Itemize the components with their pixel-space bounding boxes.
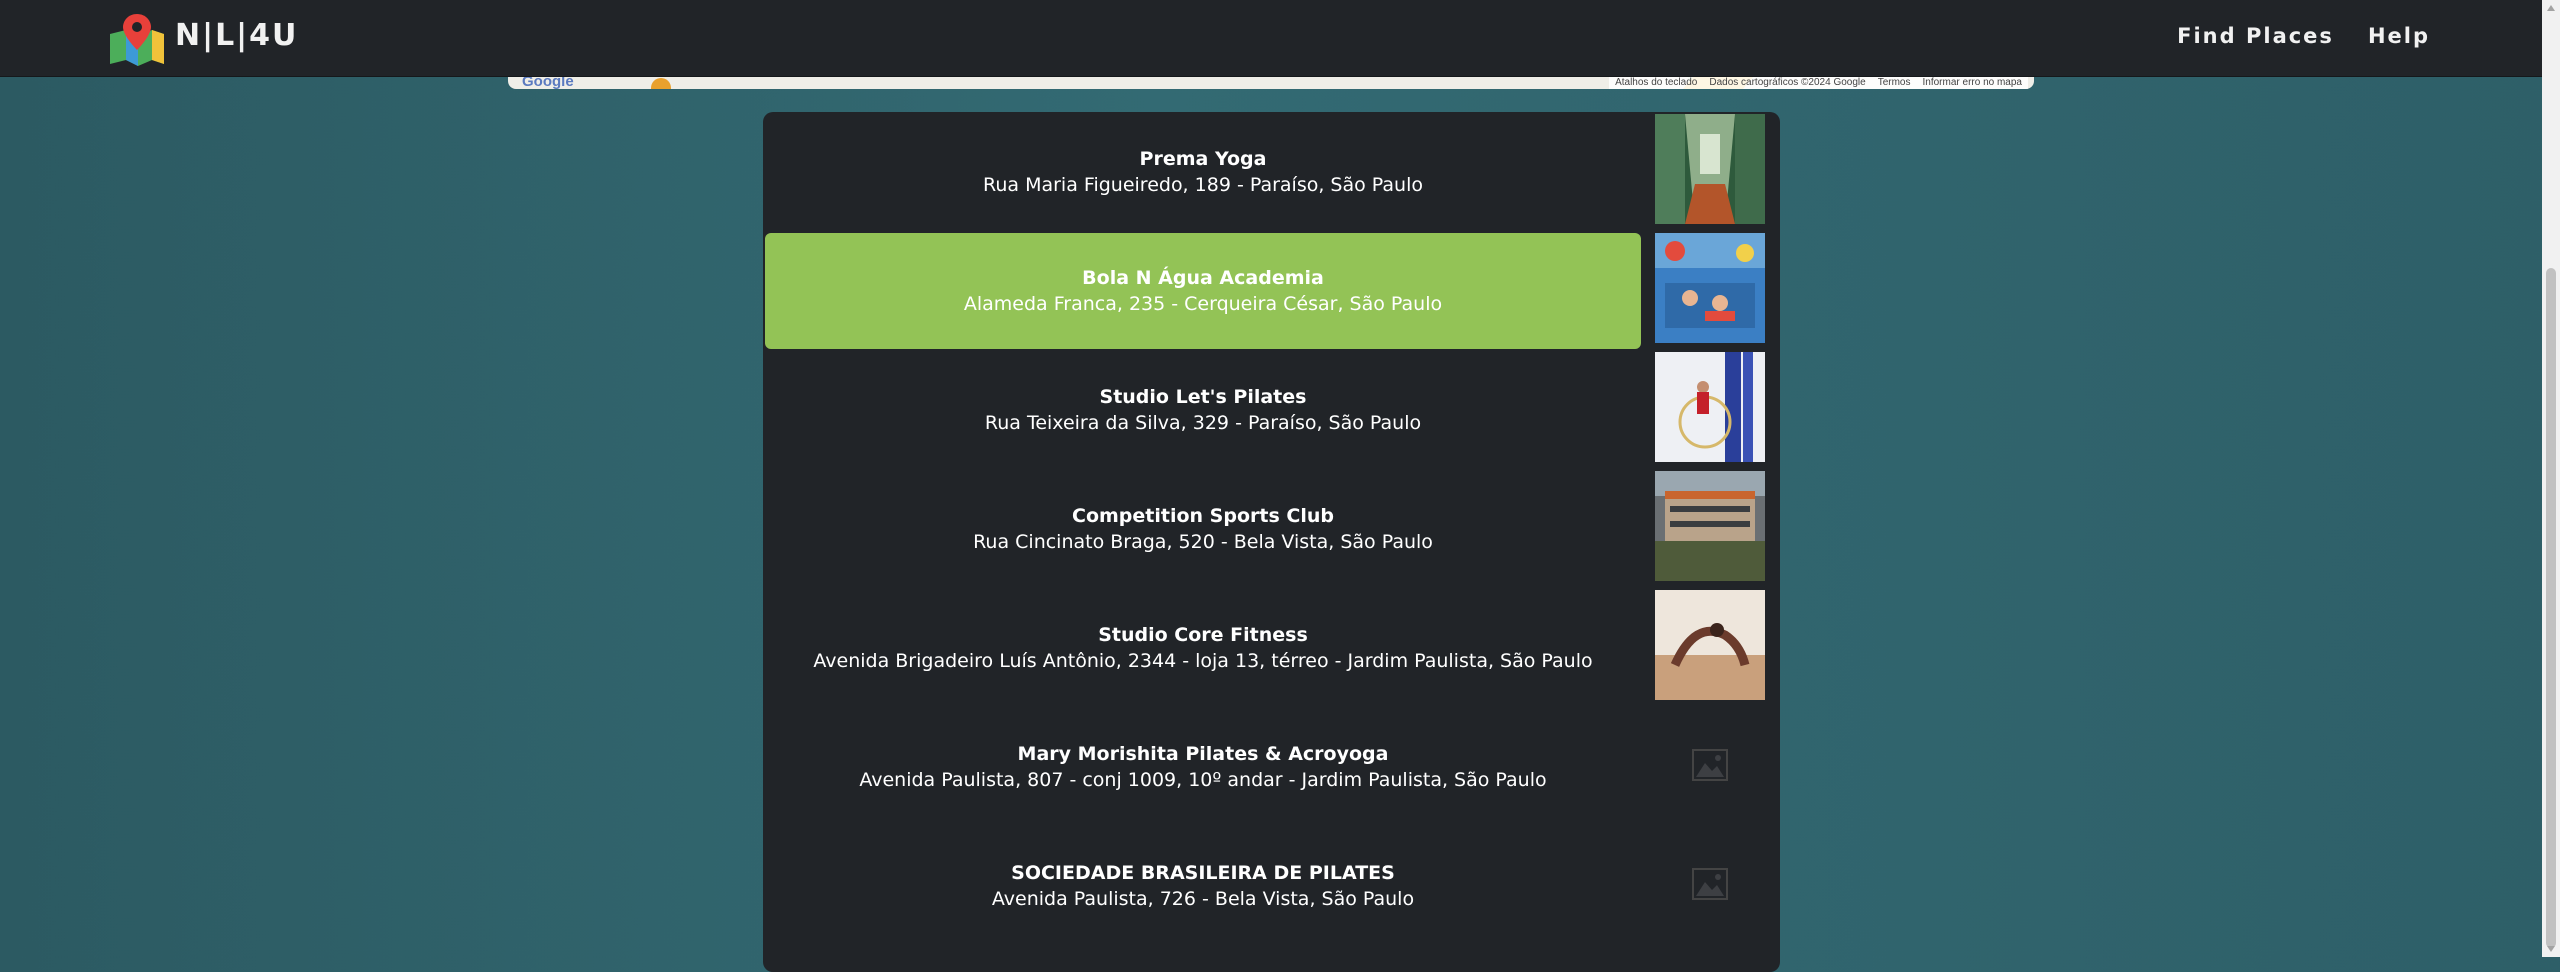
pilates-aerial-photo[interactable] <box>1655 352 1765 462</box>
place-address: Rua Maria Figueiredo, 189 - Paraíso, São… <box>983 174 1423 196</box>
image-placeholder-icon[interactable] <box>1692 868 1728 900</box>
place-name: Competition Sports Club <box>1072 505 1334 527</box>
place-address: Rua Teixeira da Silva, 329 - Paraíso, Sã… <box>984 412 1422 434</box>
place-address: Rua Cincinato Braga, 520 - Bela Vista, S… <box>973 531 1433 553</box>
report-error-link[interactable]: Informar erro no mapa <box>1923 77 2023 89</box>
place-address: Avenida Brigadeiro Luís Antônio, 2344 - … <box>813 650 1593 672</box>
map-marker-icon[interactable] <box>651 78 671 89</box>
brand-name[interactable]: N|L|4U <box>175 18 298 53</box>
main-nav: Find Places Help <box>2177 24 2430 48</box>
map-attribution: Atalhos do teclado Dados cartográficos ©… <box>1609 77 2028 89</box>
scroll-down-arrow-icon[interactable] <box>2547 946 2555 952</box>
map-logo-icon[interactable] <box>108 12 166 66</box>
keyboard-shortcuts-link[interactable]: Atalhos do teclado <box>1615 77 1697 89</box>
place-address: Avenida Paulista, 807 - conj 1009, 10º a… <box>859 769 1547 791</box>
place-item[interactable]: Mary Morishita Pilates & Acroyoga Avenid… <box>765 709 1641 825</box>
place-item[interactable]: Studio Let's Pilates Rua Teixeira da Sil… <box>765 352 1641 468</box>
place-name: Studio Let's Pilates <box>1099 386 1307 408</box>
google-logo: Google <box>522 77 574 89</box>
image-placeholder-icon[interactable] <box>1692 749 1728 781</box>
fitness-pose-photo[interactable] <box>1655 590 1765 700</box>
place-name: Prema Yoga <box>1139 148 1267 170</box>
place-name: SOCIEDADE BRASILEIRA DE PILATES <box>1011 862 1395 884</box>
place-address: Alameda Franca, 235 - Cerqueira César, S… <box>963 293 1443 315</box>
place-name: Studio Core Fitness <box>1098 624 1308 646</box>
scroll-up-arrow-icon[interactable] <box>2547 5 2555 11</box>
map-data-text: Dados cartográficos ©2024 Google <box>1709 77 1866 88</box>
swimming-pool-photo[interactable] <box>1655 233 1765 343</box>
sports-building-photo[interactable] <box>1655 471 1765 581</box>
top-navbar: N|L|4U Find Places Help <box>0 0 2560 77</box>
places-list: Prema Yoga Rua Maria Figueiredo, 189 - P… <box>763 112 1780 972</box>
nav-help[interactable]: Help <box>2368 24 2430 48</box>
place-item-selected[interactable]: Bola N Água Academia Alameda Franca, 235… <box>765 233 1641 349</box>
place-item[interactable]: SOCIEDADE BRASILEIRA DE PILATES Avenida … <box>765 828 1641 944</box>
yoga-studio-photo[interactable] <box>1655 114 1765 224</box>
place-name: Bola N Água Academia <box>1082 267 1324 289</box>
place-name: Mary Morishita Pilates & Acroyoga <box>1017 743 1389 765</box>
place-item[interactable]: Studio Core Fitness Avenida Brigadeiro L… <box>765 590 1641 706</box>
place-address: Avenida Paulista, 726 - Bela Vista, São … <box>991 888 1415 910</box>
map-view[interactable]: Google Atalhos do teclado Dados cartográ… <box>508 77 2034 89</box>
page-scrollbar[interactable] <box>2542 0 2560 957</box>
place-item[interactable]: Competition Sports Club Rua Cincinato Br… <box>765 471 1641 587</box>
terms-link[interactable]: Termos <box>1878 77 1911 89</box>
place-item[interactable]: Prema Yoga Rua Maria Figueiredo, 189 - P… <box>765 114 1641 230</box>
nav-find-places[interactable]: Find Places <box>2177 24 2334 48</box>
scrollbar-thumb[interactable] <box>2546 268 2556 948</box>
